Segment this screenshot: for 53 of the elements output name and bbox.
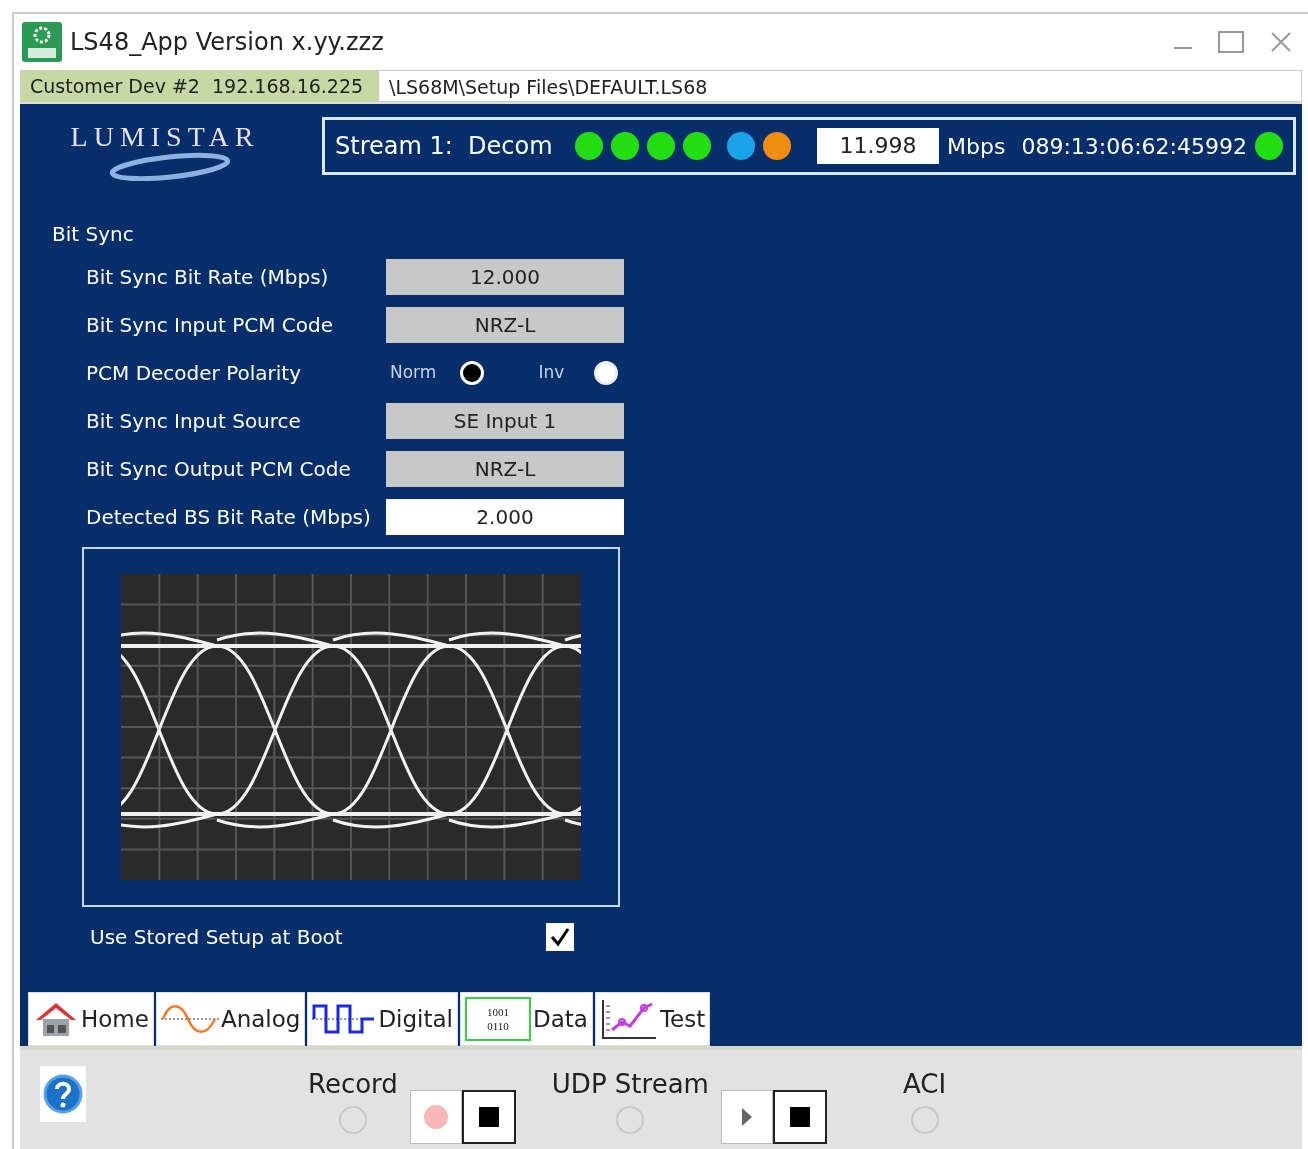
nav-tab[interactable]: Home [28,992,154,1046]
stop-icon [478,1107,499,1127]
nav-tab[interactable]: 1001 0110 Data [460,992,593,1046]
status-light-icon [616,1106,645,1134]
check-icon [550,927,570,948]
logo: LUMISTAR [40,111,290,182]
bit-rate-field: 11.998 [817,128,939,165]
device-label: Customer Dev #2 192.168.16.225 [20,70,378,102]
setup-path-field: \LS68M\Setup Files\DEFAULT.LS68 [378,70,1302,102]
square-wave-icon [312,1002,377,1036]
app-icon [22,22,62,62]
status-light-icon [338,1106,367,1134]
radio-label: Inv [538,360,565,384]
setting-label: Bit Sync Output PCM Code [86,455,352,483]
control-label: ACI [902,1068,947,1100]
nav-tab[interactable]: Digital [307,992,458,1046]
unit-label: Mbps [947,132,1006,161]
stop-button[interactable] [772,1090,827,1144]
setting-dropdown[interactable]: SE Input 1 [386,402,624,439]
setting-dropdown[interactable]: NRZ-L [386,306,624,343]
setting-label: PCM Decoder Polarity [86,359,302,387]
close-icon[interactable] [1270,31,1292,53]
window-title: LS48_App Version x.yy.zzz [70,27,384,58]
radio-button[interactable] [594,360,619,385]
setting-label: Bit Sync Bit Rate (Mbps) [86,263,330,291]
nav-tab[interactable]: Analog [155,992,306,1046]
setting-label: Detected BS Bit Rate (Mbps) [86,503,372,531]
setting-dropdown[interactable]: NRZ-L [386,450,624,487]
checkbox[interactable] [546,923,574,952]
setting-dropdown[interactable]: 12.000 [386,258,624,295]
status-light-icon [910,1106,939,1134]
maximize-icon[interactable] [1218,31,1244,53]
radio-label: Norm [390,360,437,384]
stream-label: Stream 1: Decom [335,131,554,163]
checkbox-label: Use Stored Setup at Boot [90,924,344,952]
control-label: Record [308,1068,398,1100]
setting-readout: 2.000 [386,498,624,535]
stop-icon [789,1107,810,1127]
help-icon [43,1074,83,1114]
help-button[interactable] [40,1066,86,1122]
time-readout: 089:13:06:62:45992 [1021,132,1247,161]
record-icon [423,1105,448,1129]
section-title: Bit Sync [52,220,135,248]
nav-tab[interactable]: Test [594,992,711,1046]
setting-label: Bit Sync Input Source [86,407,302,435]
setting-label: Bit Sync Input PCM Code [86,311,335,339]
sine-wave-icon [160,1004,219,1034]
line-chart-icon [599,998,658,1040]
play-icon [740,1107,753,1127]
control-label: UDP Stream [551,1068,709,1100]
stop-button[interactable] [461,1090,516,1144]
binary-icon: 1001 0110 [465,997,531,1041]
play-button[interactable] [720,1090,773,1144]
